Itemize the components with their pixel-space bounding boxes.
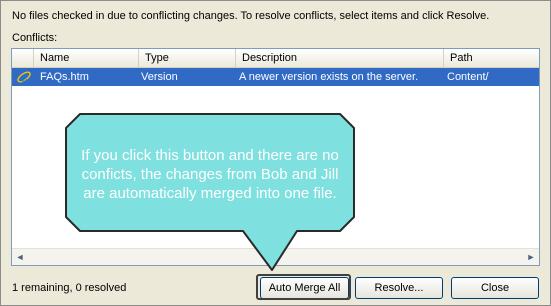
callout-text: If you click this button and there are n…	[81, 147, 339, 202]
